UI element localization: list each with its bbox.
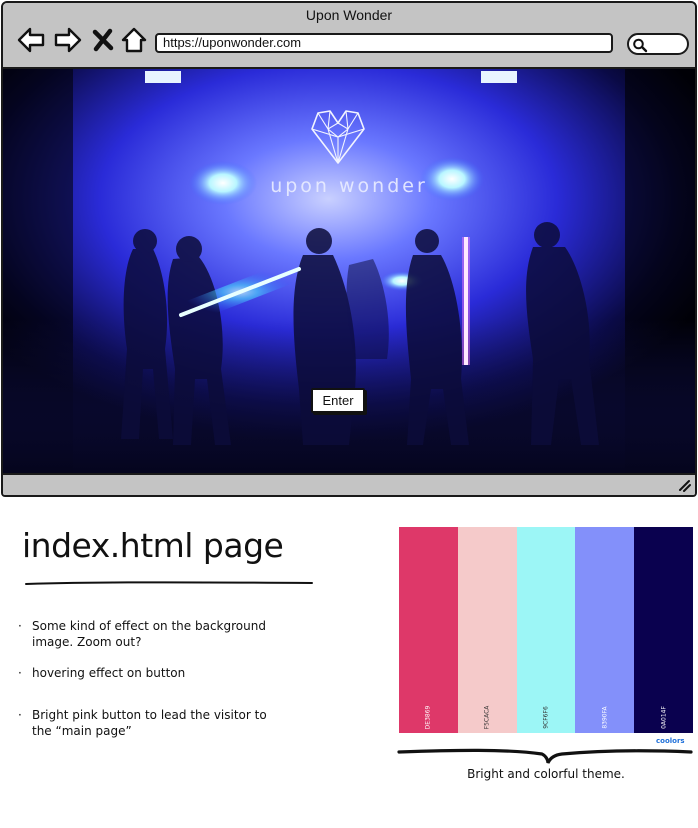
home-icon[interactable] bbox=[119, 25, 149, 55]
title-underline bbox=[25, 581, 313, 585]
brace-underline bbox=[397, 748, 693, 764]
swatch-hex: 9CF6F6 bbox=[542, 706, 550, 729]
palette-swatch: DE3869 bbox=[399, 527, 458, 733]
swatch-hex: 8390FA bbox=[601, 706, 609, 729]
arrow-right-icon[interactable] bbox=[53, 25, 83, 55]
hero-section: upon wonder Enter bbox=[3, 69, 695, 475]
close-icon[interactable] bbox=[91, 25, 115, 55]
heart-crystal-logo bbox=[311, 110, 365, 164]
search-icon bbox=[633, 38, 648, 53]
window-title: Upon Wonder bbox=[305, 7, 393, 23]
browser-toolbar: Upon Wonder https://uponwonder.com bbox=[3, 3, 695, 69]
design-notes: Some kind of effect on the background im… bbox=[18, 618, 288, 739]
arrow-left-icon[interactable] bbox=[16, 25, 46, 55]
swatch-hex: DE3869 bbox=[424, 705, 432, 730]
palette-swatch: F5CACA bbox=[457, 527, 517, 733]
address-bar[interactable]: https://uponwonder.com bbox=[155, 33, 613, 53]
search-input[interactable] bbox=[627, 33, 689, 55]
enter-button[interactable]: Enter bbox=[311, 388, 365, 413]
palette-swatch: 9CF6F6 bbox=[516, 527, 576, 733]
resize-grip-icon[interactable] bbox=[677, 478, 691, 492]
palette-caption: Bright and colorful theme. bbox=[467, 767, 625, 781]
palette-swatch: 0A014F bbox=[634, 527, 693, 733]
palette-brand: coolors bbox=[656, 737, 685, 745]
status-bar bbox=[3, 473, 695, 495]
page-title: index.html page bbox=[22, 526, 284, 565]
list-item: Bright pink button to lead the visitor t… bbox=[18, 707, 288, 739]
color-palette: DE3869 F5CACA 9CF6F6 8390FA 0A014F bbox=[399, 527, 693, 733]
browser-window: Upon Wonder https://uponwonder.com upon … bbox=[1, 1, 697, 497]
palette-swatch: 8390FA bbox=[575, 527, 635, 733]
brand-wordmark: upon wonder bbox=[270, 175, 428, 197]
list-item: Some kind of effect on the background im… bbox=[18, 618, 288, 650]
swatch-hex: F5CACA bbox=[483, 705, 491, 730]
list-item: hovering effect on button bbox=[18, 665, 288, 681]
swatch-hex: 0A014F bbox=[660, 706, 668, 729]
